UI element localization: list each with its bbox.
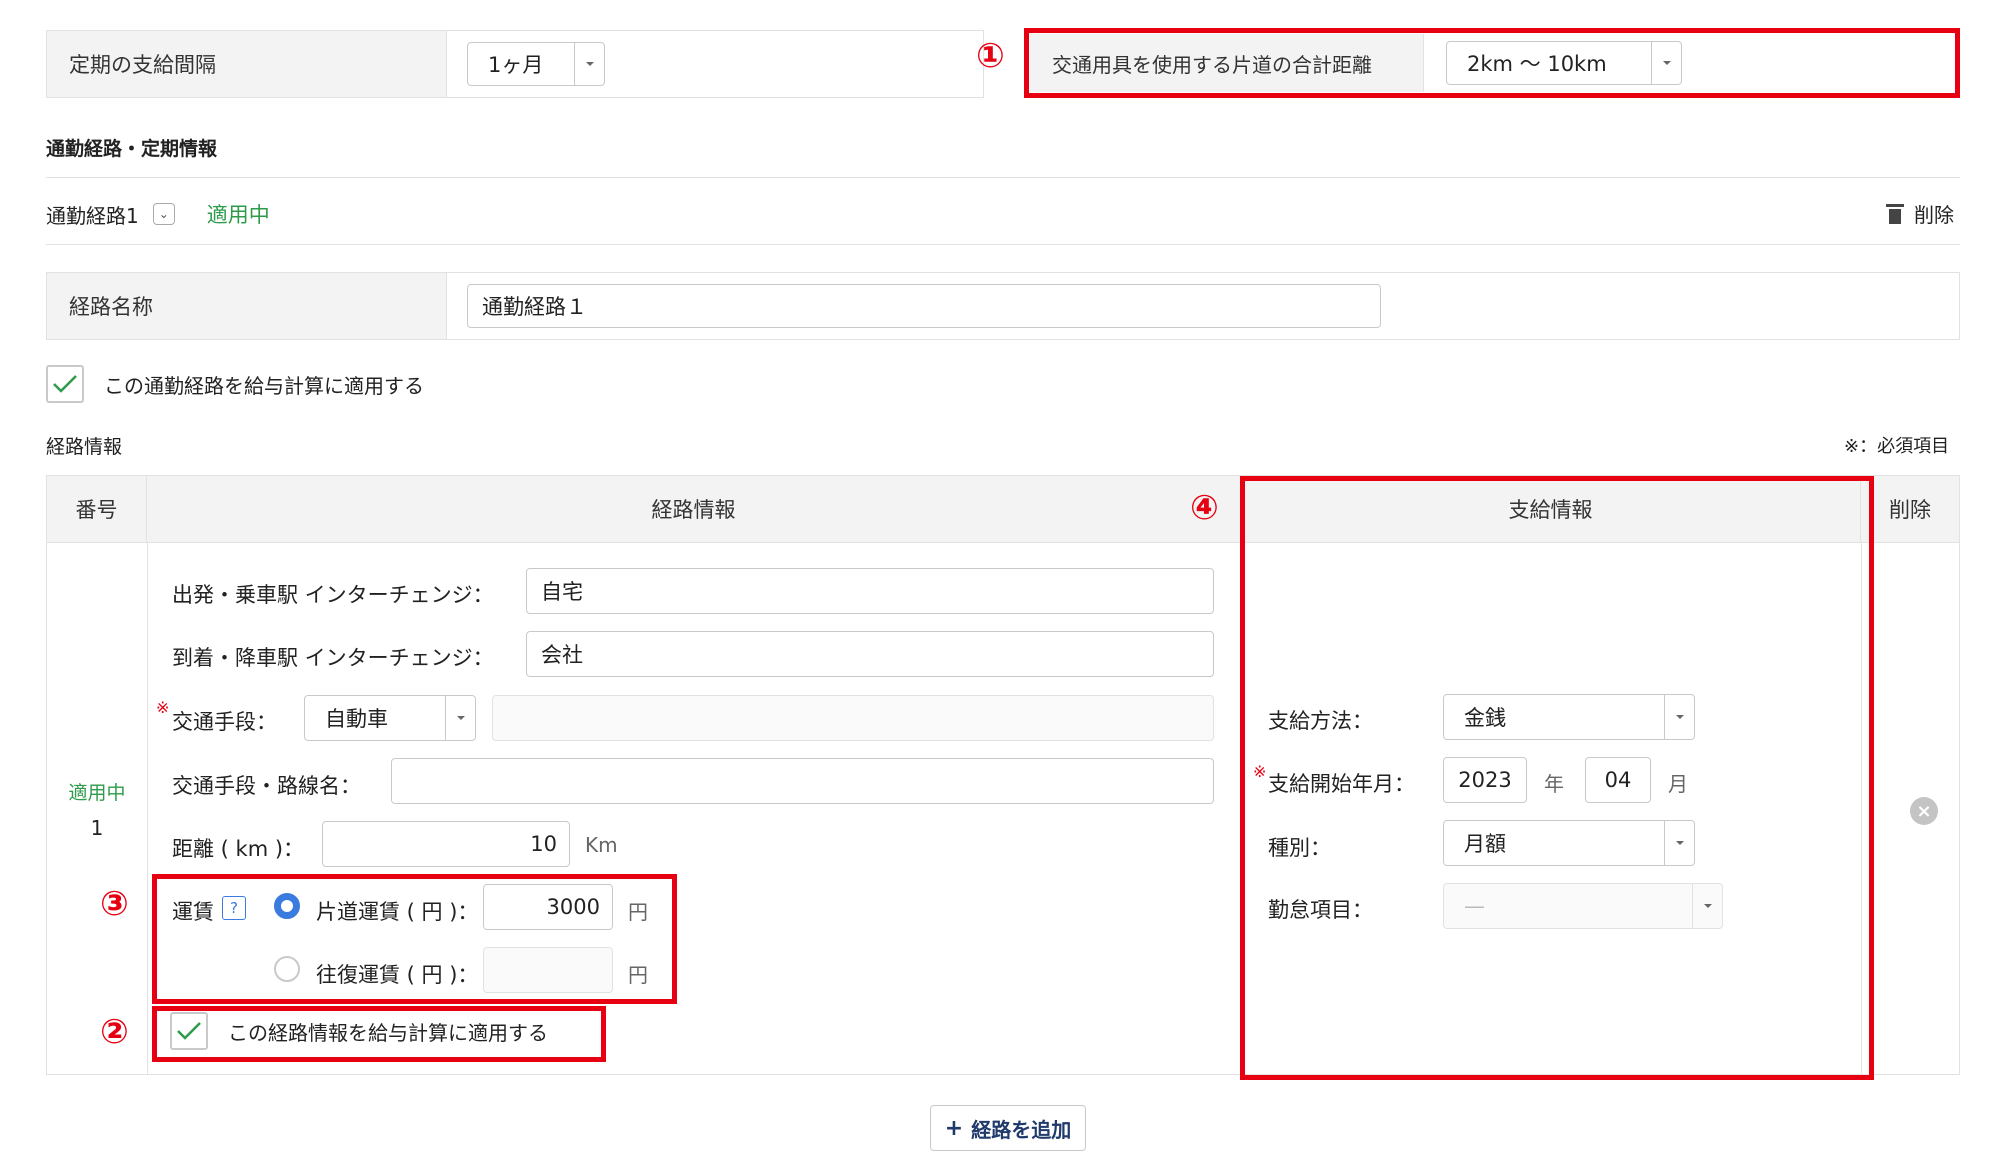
- required-mark: ※: [156, 698, 170, 717]
- yen-unit: 円: [628, 900, 648, 924]
- line-input[interactable]: [391, 758, 1214, 804]
- annotation-4: ④: [1190, 488, 1219, 528]
- oneway-input[interactable]: 3000: [483, 884, 613, 930]
- roundtrip-label: 往復運賃 ( 円 )：: [316, 963, 479, 987]
- distance-label-row: 距離 ( km )：: [172, 837, 305, 861]
- distance-unit: Km: [585, 833, 618, 857]
- pay-interval-row: 定期の支給間隔 1ヶ月: [46, 30, 984, 98]
- check-icon: [177, 1022, 201, 1040]
- divider: [46, 244, 1960, 245]
- roundtrip-input: [483, 947, 613, 993]
- annotation-2: ②: [100, 1012, 129, 1052]
- attendance-select: —: [1443, 883, 1723, 929]
- apply-route-checkbox[interactable]: この通勤経路を給与計算に適用する: [46, 365, 424, 403]
- chevron-down-icon: [445, 696, 475, 740]
- distance-input[interactable]: 10: [322, 821, 570, 867]
- th-number: 番号: [47, 476, 147, 542]
- oneway-label: 片道運賃 ( 円 )：: [316, 900, 479, 924]
- checkbox[interactable]: [46, 365, 84, 403]
- chevron-down-icon: [574, 43, 604, 85]
- required-note: ※：必須項目: [1844, 436, 1950, 457]
- distance-row: 交通用具を使用する片道の合計距離 2km 〜 10km: [1030, 34, 1954, 92]
- chevron-down-icon: [1651, 42, 1681, 84]
- add-route-button[interactable]: + 経路を追加: [930, 1105, 1086, 1151]
- pay-method-label: 支給方法：: [1268, 709, 1373, 733]
- start-month-input[interactable]: 04: [1585, 757, 1651, 803]
- route-name-input[interactable]: 通勤経路１: [467, 284, 1381, 328]
- route-name-row: 経路名称 通勤経路１: [46, 272, 1960, 340]
- required-mark: ※: [1253, 762, 1267, 781]
- transport-select[interactable]: 自動車: [304, 695, 476, 741]
- apply-info-checkbox[interactable]: この経路情報を給与計算に適用する: [170, 1012, 548, 1050]
- type-label: 種別：: [1268, 836, 1331, 860]
- pay-interval-select[interactable]: 1ヶ月: [467, 42, 605, 86]
- remove-row-icon[interactable]: ×: [1910, 797, 1938, 825]
- route-status: 適用中: [206, 203, 270, 227]
- fare-label: 運賃: [172, 900, 214, 924]
- row-number: 1: [90, 816, 104, 840]
- annotation-3: ③: [100, 884, 129, 924]
- add-route-label: 経路を追加: [971, 1117, 1072, 1142]
- arrival-label: 到着・降車駅 インターチェンジ：: [172, 646, 494, 670]
- row-status: 適用中: [68, 782, 126, 804]
- route-delete-label: 削除: [1914, 203, 1954, 227]
- distance-select[interactable]: 2km 〜 10km: [1446, 41, 1682, 85]
- checkbox[interactable]: [170, 1012, 208, 1050]
- th-delete: 削除: [1861, 476, 1959, 542]
- transport-label: 交通手段：: [172, 710, 277, 734]
- chevron-down-icon: [1664, 821, 1694, 865]
- year-unit: 年: [1544, 772, 1564, 796]
- distance-label: 交通用具を使用する片道の合計距離: [1030, 34, 1424, 92]
- route-tab[interactable]: 通勤経路1 ⌄ 適用中: [46, 199, 270, 229]
- route-info-title: 経路情報: [46, 436, 123, 458]
- annotation-1: ①: [976, 36, 1005, 76]
- departure-label: 出発・乗車駅 インターチェンジ：: [172, 583, 494, 607]
- chevron-down-icon: [1664, 695, 1694, 739]
- attendance-label: 勤怠項目：: [1268, 898, 1373, 922]
- pay-interval-label: 定期の支給間隔: [47, 31, 447, 97]
- yen-unit: 円: [628, 963, 648, 987]
- chevron-down-icon[interactable]: ⌄: [152, 203, 175, 225]
- check-icon: [53, 375, 77, 393]
- trash-icon: [1886, 203, 1904, 224]
- start-year-input[interactable]: 2023: [1443, 757, 1527, 803]
- divider: [46, 177, 1960, 178]
- apply-info-label: この経路情報を給与計算に適用する: [228, 1020, 548, 1045]
- transport-detail-input: [492, 695, 1214, 741]
- chevron-down-icon: [1692, 884, 1722, 928]
- apply-route-label: この通勤経路を給与計算に適用する: [104, 373, 424, 398]
- start-label: 支給開始年月：: [1268, 772, 1415, 796]
- line-label: 交通手段・路線名：: [172, 774, 361, 798]
- route-name-label: 経路名称: [47, 273, 447, 339]
- plus-icon: +: [944, 1115, 964, 1141]
- route-delete-button[interactable]: 削除: [1886, 199, 1954, 228]
- month-unit: 月: [1668, 772, 1688, 796]
- section-title: 通勤経路・定期情報: [46, 138, 218, 160]
- th-route: 経路情報: [147, 476, 1241, 542]
- departure-input[interactable]: 自宅: [526, 568, 1214, 614]
- help-icon[interactable]: ?: [222, 896, 246, 920]
- route-tab-name: 通勤経路1: [46, 203, 139, 228]
- pay-method-select[interactable]: 金銭: [1443, 694, 1695, 740]
- roundtrip-radio[interactable]: [274, 956, 300, 982]
- oneway-radio[interactable]: [274, 893, 300, 919]
- arrival-input[interactable]: 会社: [526, 631, 1214, 677]
- type-select[interactable]: 月額: [1443, 820, 1695, 866]
